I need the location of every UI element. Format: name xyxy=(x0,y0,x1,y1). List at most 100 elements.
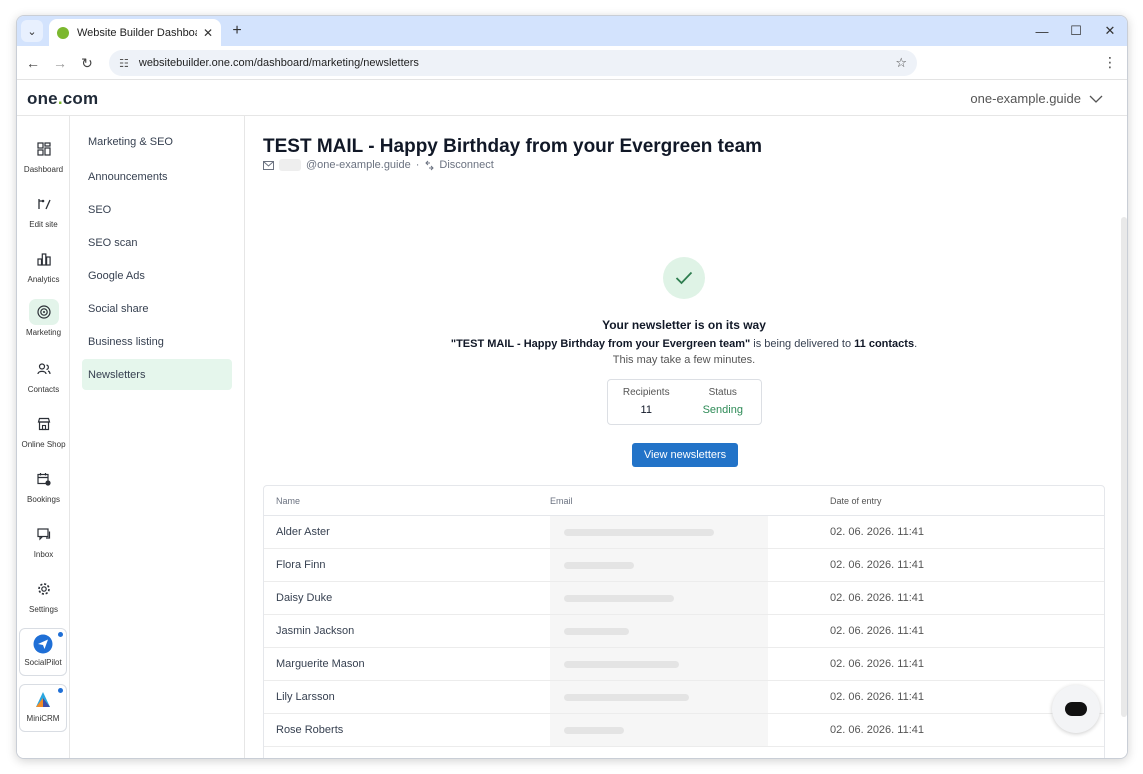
marketing-subnav: Marketing & SEO Announcements SEO SEO sc… xyxy=(70,116,245,758)
main-scrollbar[interactable] xyxy=(1121,217,1127,717)
edit-site-icon xyxy=(29,191,59,217)
cell-date: 02. 06. 2026. 11:41 xyxy=(830,592,924,604)
table-header: Name Email Date of entry xyxy=(264,486,1104,516)
view-newsletters-button[interactable]: View newsletters xyxy=(632,443,738,467)
cell-name: Flora Finn xyxy=(276,559,326,571)
subnav-item-announcements[interactable]: Announcements xyxy=(82,161,232,192)
tab-search-icon[interactable]: ⌄ xyxy=(21,20,43,42)
close-window-icon[interactable]: ✕ xyxy=(1093,20,1127,42)
cell-email-redacted xyxy=(538,648,818,680)
dashboard-icon xyxy=(29,136,59,162)
delivery-middle: is being delivered to xyxy=(750,338,855,350)
settings-icon xyxy=(29,576,59,602)
cell-email-redacted xyxy=(538,615,818,647)
rail-item-analytics[interactable]: Analytics xyxy=(17,246,70,298)
cell-date: 02. 06. 2026. 11:41 xyxy=(830,526,924,538)
disconnect-link[interactable]: Disconnect xyxy=(424,159,494,171)
cell-email-redacted xyxy=(538,549,818,581)
chevron-down-icon xyxy=(1089,95,1103,103)
subnav-item-seo-scan[interactable]: SEO scan xyxy=(82,227,232,258)
socialpilot-icon xyxy=(33,634,53,654)
cell-name: Marguerite Mason xyxy=(276,658,365,670)
logo-suffix: com xyxy=(62,89,99,108)
account-switcher[interactable]: one-example.guide xyxy=(970,91,1103,106)
rail-label: Marketing xyxy=(25,328,62,337)
column-header-email[interactable]: Email xyxy=(538,496,818,506)
notification-dot xyxy=(58,632,63,637)
subnav-item-newsletters[interactable]: Newsletters xyxy=(82,359,232,390)
bookmark-star-icon[interactable]: ☆ xyxy=(895,55,907,71)
logo[interactable]: one.com xyxy=(27,89,98,109)
success-title: Your newsletter is on its way xyxy=(602,318,766,332)
cell-name: Rose Roberts xyxy=(276,724,344,736)
rail-item-online-shop[interactable]: Online Shop xyxy=(17,411,70,463)
table-row[interactable]: Rose Roberts 02. 06. 2026. 11:41 xyxy=(264,714,1104,747)
icon-rail: Dashboard Edit site Analytics Marketing … xyxy=(17,116,70,758)
close-tab-icon[interactable]: ✕ xyxy=(203,26,213,40)
status-stat: Status Sending xyxy=(685,380,762,424)
chat-bubble-icon xyxy=(1065,702,1087,716)
chat-button[interactable] xyxy=(1052,685,1100,733)
new-tab-icon[interactable]: + xyxy=(227,21,247,41)
notification-dot xyxy=(58,688,63,693)
maximize-icon[interactable]: ☐ xyxy=(1059,20,1093,42)
browser-window: ⌄ Website Builder Dashboard ✕ + — ☐ ✕ ← … xyxy=(16,15,1128,759)
table-row[interactable]: Daisy Duke 02. 06. 2026. 11:41 xyxy=(264,582,1104,615)
delay-note: This may take a few minutes. xyxy=(612,354,756,366)
bookings-icon xyxy=(29,466,59,492)
rail-label: Online Shop xyxy=(21,440,66,449)
app-tile-socialpilot[interactable]: SocialPilot xyxy=(19,628,67,676)
analytics-icon xyxy=(29,246,59,272)
column-header-name[interactable]: Name xyxy=(264,496,538,506)
back-icon[interactable]: ← xyxy=(23,53,43,73)
tab-title: Website Builder Dashboard xyxy=(77,26,197,39)
rail-item-dashboard[interactable]: Dashboard xyxy=(17,136,70,188)
shop-icon xyxy=(29,411,59,437)
tab-strip: ⌄ Website Builder Dashboard ✕ + — ☐ ✕ xyxy=(17,16,1127,46)
recipients-stat: Recipients 11 xyxy=(608,380,685,424)
minimize-icon[interactable]: — xyxy=(1025,20,1059,42)
rail-item-edit-site[interactable]: Edit site xyxy=(17,191,70,243)
delivery-newsletter-name: "TEST MAIL - Happy Birthday from your Ev… xyxy=(450,338,751,350)
browser-menu-icon[interactable]: ⋮ xyxy=(1103,54,1117,71)
sender-local-part-redacted xyxy=(279,159,301,171)
table-row[interactable]: Marguerite Mason 02. 06. 2026. 11:41 xyxy=(264,648,1104,681)
forward-icon[interactable]: → xyxy=(50,53,70,73)
app-header: one.com one-example.guide xyxy=(17,81,1127,116)
rail-label: Dashboard xyxy=(23,165,64,174)
column-header-date[interactable]: Date of entry xyxy=(818,496,1104,506)
subnav-item-social-share[interactable]: Social share xyxy=(82,293,232,324)
reload-icon[interactable]: ↻ xyxy=(77,53,97,73)
mail-icon xyxy=(263,160,274,170)
app-tile-minicrm[interactable]: MiniCRM xyxy=(19,684,67,732)
address-bar[interactable]: ☷ websitebuilder.one.com/dashboard/marke… xyxy=(109,50,917,76)
browser-tab[interactable]: Website Builder Dashboard ✕ xyxy=(49,19,221,46)
rail-item-bookings[interactable]: Bookings xyxy=(17,466,70,518)
subnav-item-business-listing[interactable]: Business listing xyxy=(82,326,232,357)
rail-item-contacts[interactable]: Contacts xyxy=(17,356,70,408)
table-row[interactable]: Flora Finn 02. 06. 2026. 11:41 xyxy=(264,549,1104,582)
rail-item-settings[interactable]: Settings xyxy=(17,576,70,628)
table-row[interactable]: Jasmin Jackson 02. 06. 2026. 11:41 xyxy=(264,615,1104,648)
site-info-icon[interactable]: ☷ xyxy=(119,57,129,70)
favicon-icon xyxy=(57,26,69,39)
table-row[interactable]: Lily Larsson 02. 06. 2026. 11:41 xyxy=(264,681,1104,714)
subnav-item-google-ads[interactable]: Google Ads xyxy=(82,260,232,291)
rail-label: Edit site xyxy=(29,220,58,229)
minicrm-icon xyxy=(36,692,50,707)
rail-label: Inbox xyxy=(33,550,54,559)
delivery-end: . xyxy=(914,338,918,350)
rail-item-inbox[interactable]: Inbox xyxy=(17,521,70,573)
cell-name: Daisy Duke xyxy=(276,592,333,604)
browser-toolbar: ← → ↻ ☷ websitebuilder.one.com/dashboard… xyxy=(17,46,1127,80)
cell-name: Jasmin Jackson xyxy=(276,625,355,637)
cell-email-redacted xyxy=(538,714,818,746)
rail-item-marketing[interactable]: Marketing xyxy=(17,299,70,351)
meta-separator: · xyxy=(415,159,420,171)
subnav-item-seo[interactable]: SEO xyxy=(82,194,232,225)
status-label: Status xyxy=(708,387,737,398)
cell-date: 02. 06. 2026. 11:41 xyxy=(830,625,924,637)
table-row[interactable]: Alder Aster 02. 06. 2026. 11:41 xyxy=(264,516,1104,549)
cell-name: Lily Larsson xyxy=(276,691,335,703)
marketing-icon xyxy=(28,299,59,325)
